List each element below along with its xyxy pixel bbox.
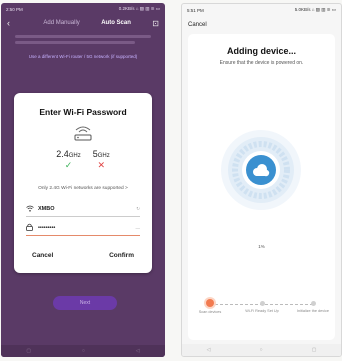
show-password-icon[interactable]: — [136, 226, 141, 231]
change-network-link[interactable]: Use a different Wi-Fi router / 5G networ… [1, 54, 165, 59]
status-time: 2:50 PM [6, 6, 23, 12]
background-text [15, 41, 135, 44]
wifi-icon [26, 205, 38, 214]
status-icons: 5.0KB/s ⌂ ▨ ▥ ≋ ▭ [294, 7, 336, 12]
password-value: ••••••••• [38, 225, 56, 231]
status-bar: 2:50 PM 0.2KB/s ⌂ ▨ ▥ ≋ ▭ [1, 3, 165, 15]
cancel-link[interactable]: Cancel [188, 22, 341, 28]
scan-icon[interactable]: ⊡ [152, 19, 159, 28]
cross-icon: ✕ [97, 160, 106, 170]
adding-device-screen: 5:51 PM 5.0KB/s ⌂ ▨ ▥ ≋ ▭ Cancel Adding … [181, 3, 342, 357]
router-icon [74, 126, 92, 141]
page-title: Adding device... [226, 46, 296, 56]
status-bar: 5:51 PM 5.0KB/s ⌂ ▨ ▥ ≋ ▭ [182, 4, 341, 16]
check-icon: ✓ [64, 160, 73, 170]
home-icon[interactable]: ○ [82, 348, 85, 354]
dialog-title: Enter Wi-Fi Password [39, 107, 127, 117]
switch-network-icon[interactable]: ↻ [136, 206, 140, 212]
tab-add-manually[interactable]: Add Manually [43, 20, 79, 26]
page-subtitle: Ensure that the device is powered on. [219, 60, 304, 66]
ssid-value: XMBO [38, 206, 55, 212]
system-nav-bar: ▢ ○ ◁ [1, 345, 165, 357]
confirm-button[interactable]: Confirm [109, 252, 134, 259]
band-2-4ghz: 2.4GHz ✓ [56, 149, 81, 170]
home-icon[interactable]: ○ [260, 347, 263, 353]
recents-icon[interactable]: ▢ [312, 347, 317, 353]
progress-card: Adding device... Ensure that the device … [188, 34, 335, 340]
wifi-password-dialog: Enter Wi-Fi Password 2.4GHz ✓ 5GHz ✕ Onl… [14, 93, 152, 273]
back-nav-icon[interactable]: ◁ [136, 348, 140, 354]
system-nav-bar: ◁ ○ ▢ [182, 344, 341, 356]
band-indicators: 2.4GHz ✓ 5GHz ✕ [14, 149, 152, 171]
step-scan-devices: Scan devices [192, 299, 228, 315]
next-button[interactable]: Next [53, 296, 117, 310]
background-text [15, 35, 151, 38]
band-5ghz: 5GHz ✕ [92, 149, 110, 170]
cancel-button[interactable]: Cancel [32, 252, 53, 259]
status-time: 5:51 PM [187, 7, 204, 13]
dialog-actions: Cancel Confirm [14, 252, 152, 259]
back-nav-icon[interactable]: ◁ [207, 347, 211, 353]
step-initialize: Initialize the device [295, 299, 331, 313]
progress-ring [219, 128, 303, 212]
progress-percent: 1% [258, 244, 265, 249]
band-note[interactable]: Only 2.4G Wi-Fi networks are supported > [14, 186, 152, 191]
wifi-password-screen: 2:50 PM 0.2KB/s ⌂ ▨ ▥ ≋ ▭ ‹ Add Manually… [1, 3, 165, 357]
step-wifi-ready: Wi-Fi Ready Set Up [244, 299, 280, 313]
header: ‹ Add Manually Auto Scan ⊡ [1, 15, 165, 31]
wifi-ssid-field[interactable]: XMBO ↻ [26, 202, 140, 217]
recents-icon[interactable]: ▢ [26, 348, 31, 354]
progress-steps: Scan devices Wi-Fi Ready Set Up Initiali… [199, 299, 329, 329]
tab-auto-scan[interactable]: Auto Scan [101, 20, 131, 26]
status-icons: 0.2KB/s ⌂ ▨ ▥ ≋ ▭ [118, 6, 160, 11]
lock-icon [26, 223, 38, 233]
password-field[interactable]: ••••••••• — [26, 221, 140, 236]
back-icon[interactable]: ‹ [7, 18, 10, 28]
